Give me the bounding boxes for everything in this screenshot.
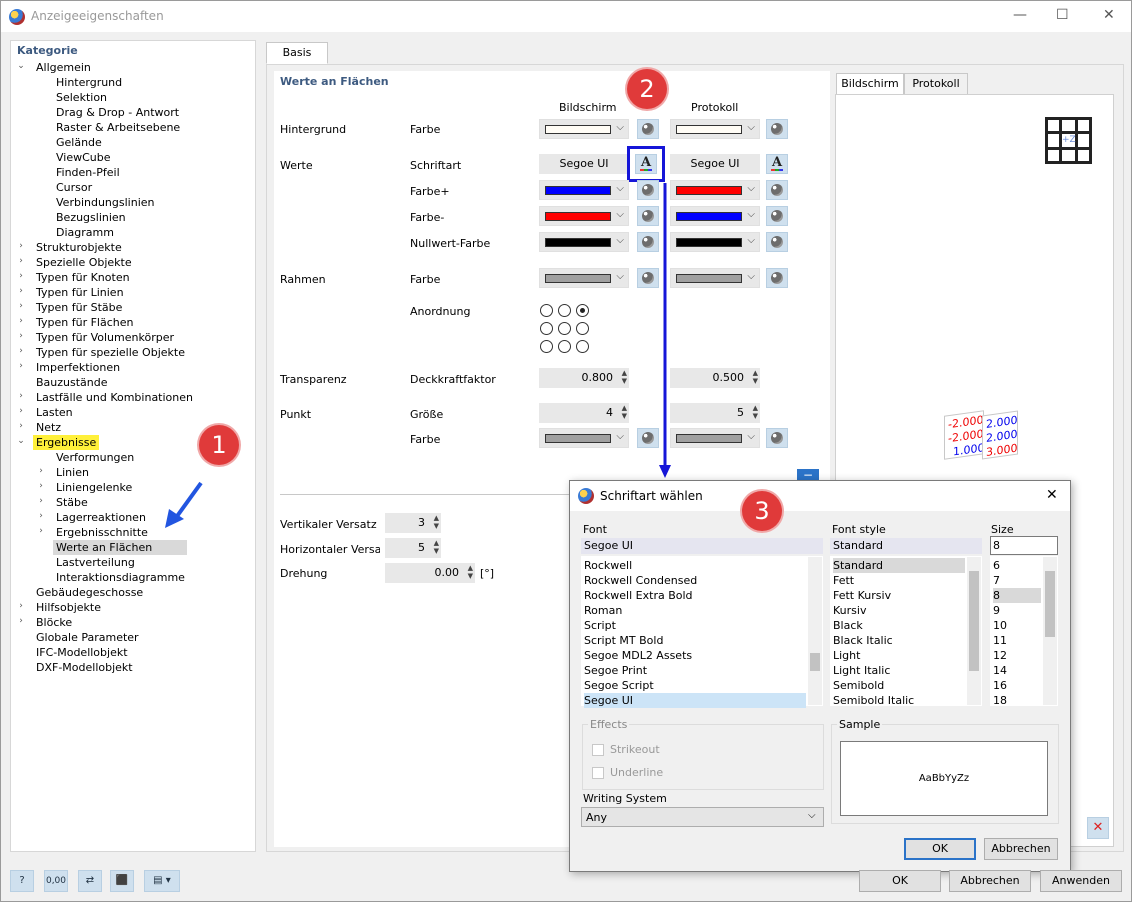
- list-item[interactable]: 10: [993, 618, 1041, 633]
- list-item[interactable]: 12: [993, 648, 1041, 663]
- list-item[interactable]: Semibold Italic: [833, 693, 965, 708]
- effects-label: Effects: [588, 718, 630, 731]
- size-list[interactable]: 6 7 8 9 10 11 12 14 16 18: [990, 556, 1058, 708]
- strikeout-checkbox[interactable]: [592, 744, 604, 756]
- writing-system-select[interactable]: Any ⌵: [581, 807, 824, 827]
- cancel-button[interactable]: Abbrechen: [949, 870, 1031, 892]
- list-item[interactable]: 6: [993, 558, 1041, 573]
- font-input-value: Segoe UI: [584, 539, 634, 552]
- list-item[interactable]: 8: [993, 588, 1041, 603]
- scrollbar[interactable]: [1043, 557, 1057, 705]
- list-item[interactable]: 11: [993, 633, 1041, 648]
- font-label: Font: [583, 523, 607, 536]
- size-input[interactable]: 8: [990, 536, 1058, 555]
- list-item[interactable]: 16: [993, 678, 1041, 693]
- font-dialog: Schriftart wählen ✕ 3 Font Segoe UI Rock…: [569, 480, 1071, 872]
- list-item[interactable]: 18: [993, 693, 1041, 708]
- list-item[interactable]: Rockwell Condensed: [584, 573, 806, 588]
- list-item[interactable]: Script MT Bold: [584, 633, 806, 648]
- font-input[interactable]: Segoe UI: [581, 538, 823, 554]
- effects-group: [582, 724, 824, 790]
- list-item[interactable]: Black: [833, 618, 965, 633]
- scrollbar[interactable]: [808, 557, 822, 705]
- help-icon[interactable]: ?: [10, 870, 34, 892]
- chevron-down-icon: ⌵: [808, 810, 816, 821]
- dialog-ok-button[interactable]: OK: [904, 838, 976, 860]
- list-item[interactable]: Segoe Script: [584, 678, 806, 693]
- step-badge-3: 3: [742, 491, 782, 531]
- style-label: Font style: [832, 523, 886, 536]
- underline-label: Underline: [610, 766, 664, 779]
- decimal-value-icon[interactable]: 0,00: [44, 870, 68, 892]
- underline-checkbox[interactable]: [592, 767, 604, 779]
- style-input-value: Standard: [833, 539, 884, 552]
- writing-system-label: Writing System: [583, 792, 667, 805]
- list-item[interactable]: Kursiv: [833, 603, 965, 618]
- list-item[interactable]: Light: [833, 648, 965, 663]
- style-input[interactable]: Standard: [830, 538, 982, 554]
- list-item[interactable]: Segoe Print: [584, 663, 806, 678]
- load-dropdown-icon[interactable]: ▤ ▾: [144, 870, 180, 892]
- app-icon: [578, 488, 594, 504]
- list-item[interactable]: 7: [993, 573, 1041, 588]
- window: Anzeigeeigenschaften — ☐ ✕ Kategorie ⌄ Al…: [0, 0, 1132, 902]
- apply-button[interactable]: Anwenden: [1040, 870, 1122, 892]
- font-list[interactable]: Rockwell Rockwell Condensed Rockwell Extra…: [581, 556, 823, 708]
- list-item[interactable]: Rockwell: [584, 558, 806, 573]
- scrollbar[interactable]: [967, 557, 981, 705]
- step-badge-1: 1: [199, 425, 239, 465]
- strikeout-label: Strikeout: [610, 743, 660, 756]
- dialog-cancel-button[interactable]: Abbrechen: [984, 838, 1058, 860]
- size-input-value: 8: [993, 539, 1000, 552]
- list-item[interactable]: 14: [993, 663, 1041, 678]
- size-label: Size: [991, 523, 1014, 536]
- step-badge-2: 2: [627, 69, 667, 109]
- dialog-title: Schriftart wählen: [600, 489, 703, 503]
- list-item[interactable]: Semibold: [833, 678, 965, 693]
- writing-system-value: Any: [586, 811, 608, 824]
- transfer-icon[interactable]: ⇄: [78, 870, 102, 892]
- sample-preview: AaBbYyZz: [840, 741, 1048, 816]
- list-item[interactable]: Segoe UI: [584, 693, 806, 708]
- style-list[interactable]: Standard Fett Fett Kursiv Kursiv Black Black …: [830, 556, 982, 708]
- list-item[interactable]: Black Italic: [833, 633, 965, 648]
- ok-button[interactable]: OK: [859, 870, 941, 892]
- list-item[interactable]: 9: [993, 603, 1041, 618]
- list-item[interactable]: Light Italic: [833, 663, 965, 678]
- list-item[interactable]: Rockwell Extra Bold: [584, 588, 806, 603]
- list-item[interactable]: Script: [584, 618, 806, 633]
- list-item[interactable]: Standard: [833, 558, 965, 573]
- dialog-close-icon[interactable]: ✕: [1046, 487, 1058, 503]
- sample-label: Sample: [837, 718, 883, 731]
- save-icon[interactable]: ⬛: [110, 870, 134, 892]
- list-item[interactable]: Fett: [833, 573, 965, 588]
- list-item[interactable]: Roman: [584, 603, 806, 618]
- list-item[interactable]: Fett Kursiv: [833, 588, 965, 603]
- list-item[interactable]: Segoe MDL2 Assets: [584, 648, 806, 663]
- dialog-title-bar: Schriftart wählen ✕: [570, 481, 1070, 511]
